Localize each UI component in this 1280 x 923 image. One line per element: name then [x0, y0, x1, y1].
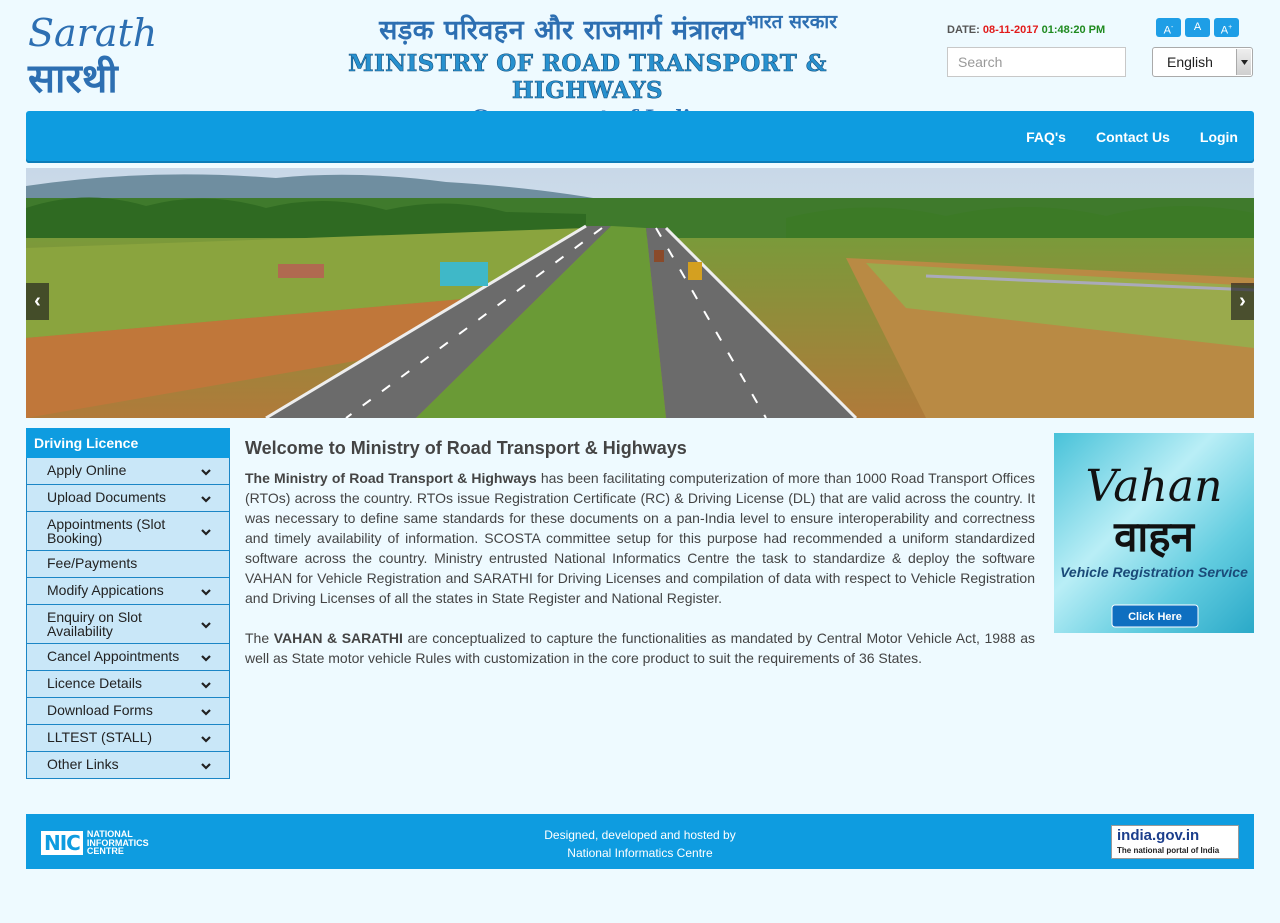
vahan-banner[interactable]: Vahan वाहन Vehicle Registration Service … [1054, 433, 1254, 633]
government-hindi: भारत सरकार [745, 11, 837, 33]
sidebar-item-label: Cancel Appointments [47, 648, 180, 664]
chevron-down-icon [201, 655, 211, 662]
sidebar-item-label: Licence Details [47, 675, 142, 691]
carousel-prev-button[interactable]: ‹ [26, 283, 49, 320]
india-gov-subtitle: The national portal of India [1117, 846, 1220, 855]
sidebar-item[interactable]: Fee/Payments [26, 551, 230, 578]
footer-credit: Designed, developed and hosted by Nation… [26, 826, 1254, 862]
time-value: 01:48:20 PM [1041, 24, 1106, 36]
chevron-down-icon [201, 496, 211, 503]
search-input[interactable] [947, 47, 1126, 77]
sidebar-item-label: Appointments (Slot Booking) [47, 516, 166, 546]
sidebar-item[interactable]: LLTEST (STALL) [26, 725, 230, 752]
ministry-title: सड़क परिवहन और राजमार्ग मंत्रालय भारत सर… [300, 10, 875, 129]
page-title: Welcome to Ministry of Road Transport & … [245, 438, 687, 458]
date-label: DATE: [947, 24, 980, 36]
chevron-down-icon [201, 469, 211, 476]
ministry-hindi: सड़क परिवहन और राजमार्ग मंत्रालय [379, 15, 746, 46]
india-gov-title: india.gov.in [1117, 827, 1200, 844]
nav-login[interactable]: Login [1200, 129, 1238, 145]
credit-line-1: Designed, developed and hosted by [544, 828, 736, 842]
india-gov-portal-link[interactable]: india.gov.in The national portal of Indi… [1111, 825, 1239, 859]
sidebar-item[interactable]: Licence Details [26, 671, 230, 698]
intro-text: has been facilitating computerization of… [245, 470, 1036, 606]
chevron-down-icon [201, 622, 211, 629]
sidebar-heading: Driving Licence [26, 428, 230, 458]
nav-contact-us[interactable]: Contact Us [1096, 129, 1170, 145]
intro-paragraph: The Ministry of Road Transport & Highway… [245, 468, 1035, 608]
font-decrease-label: A [1163, 24, 1171, 37]
font-normal-button[interactable]: A [1185, 18, 1210, 37]
highway-banner-image [26, 168, 1254, 418]
language-select[interactable]: English [1152, 47, 1253, 77]
sidebar-item-label: Modify Appications [47, 582, 164, 598]
chevron-down-icon [201, 763, 211, 770]
sidebar-item[interactable]: Cancel Appointments [26, 644, 230, 671]
date-time: DATE: 08-11-2017 01:48:20 PM [947, 24, 1105, 36]
p2-bold: VAHAN & SARATHI [273, 630, 403, 646]
nav-faqs[interactable]: FAQ's [1026, 129, 1066, 145]
sidebar-item[interactable]: Other Links [26, 752, 230, 779]
font-normal-label: A [1193, 21, 1202, 33]
chevron-down-icon [201, 589, 211, 596]
font-increase-button[interactable]: A+ [1214, 18, 1239, 37]
logo-english-text: Sarathi [28, 11, 158, 55]
vahan-click-label[interactable]: Click Here [1128, 611, 1182, 623]
logo-hindi-text: सारथी [27, 55, 119, 100]
chevron-down-icon [201, 736, 211, 743]
main-navbar: FAQ's Contact Us Login [26, 111, 1254, 163]
p2-start: The [245, 630, 274, 646]
credit-line-2: National Informatics Centre [567, 846, 713, 860]
font-size-controls: A- A A+ [1156, 18, 1239, 37]
sidebar-item[interactable]: Download Forms [26, 698, 230, 725]
dropdown-arrow-icon[interactable] [1236, 49, 1251, 75]
main-content: Welcome to Ministry of Road Transport & … [245, 438, 1035, 688]
vahan-subtitle: Vehicle Registration Service [1060, 564, 1248, 580]
vahan-sarathi-paragraph: The VAHAN & SARATHI are conceptualized t… [245, 628, 1035, 668]
carousel-next-button[interactable]: › [1231, 283, 1254, 320]
sidebar-item-label: Download Forms [47, 702, 153, 718]
vahan-title-english: Vahan [1086, 461, 1223, 512]
sidebar-item-label: Upload Documents [47, 489, 167, 505]
chevron-down-icon [201, 709, 211, 716]
date-value: 08-11-2017 [982, 24, 1039, 36]
font-increase-sup: + [1228, 24, 1233, 31]
sidebar-item[interactable]: Enquiry on Slot Availability [26, 605, 230, 644]
sidebar-item[interactable]: Appointments (Slot Booking) [26, 512, 230, 551]
sarathi-logo[interactable]: Sarathi सारथी [26, 8, 169, 102]
chevron-down-icon [201, 682, 211, 689]
language-selected: English [1167, 54, 1213, 70]
ministry-english: MINISTRY OF ROAD TRANSPORT & HIGHWAYS [348, 50, 827, 105]
sidebar-item-label: Other Links [47, 756, 119, 772]
sidebar-item-label: LLTEST (STALL) [47, 729, 153, 745]
sidebar-item-label: Fee/Payments [47, 555, 138, 571]
intro-bold: The Ministry of Road Transport & Highway… [245, 470, 537, 486]
driving-licence-menu: Driving Licence Apply Online Upload Docum… [26, 428, 230, 779]
font-decrease-sup: - [1171, 24, 1174, 31]
chevron-down-icon [201, 529, 211, 536]
sidebar-item-label: Apply Online [47, 462, 127, 478]
sidebar-item[interactable]: Upload Documents [26, 485, 230, 512]
sidebar-item[interactable]: Apply Online [26, 458, 230, 485]
footer: NIC NATIONAL INFORMATICS CENTRE Designed… [26, 814, 1254, 869]
vahan-title-hindi: वाहन [1113, 512, 1196, 561]
sidebar-item-label: Enquiry on Slot Availability [47, 609, 142, 639]
font-decrease-button[interactable]: A- [1156, 18, 1181, 37]
sidebar-item[interactable]: Modify Appications [26, 578, 230, 605]
